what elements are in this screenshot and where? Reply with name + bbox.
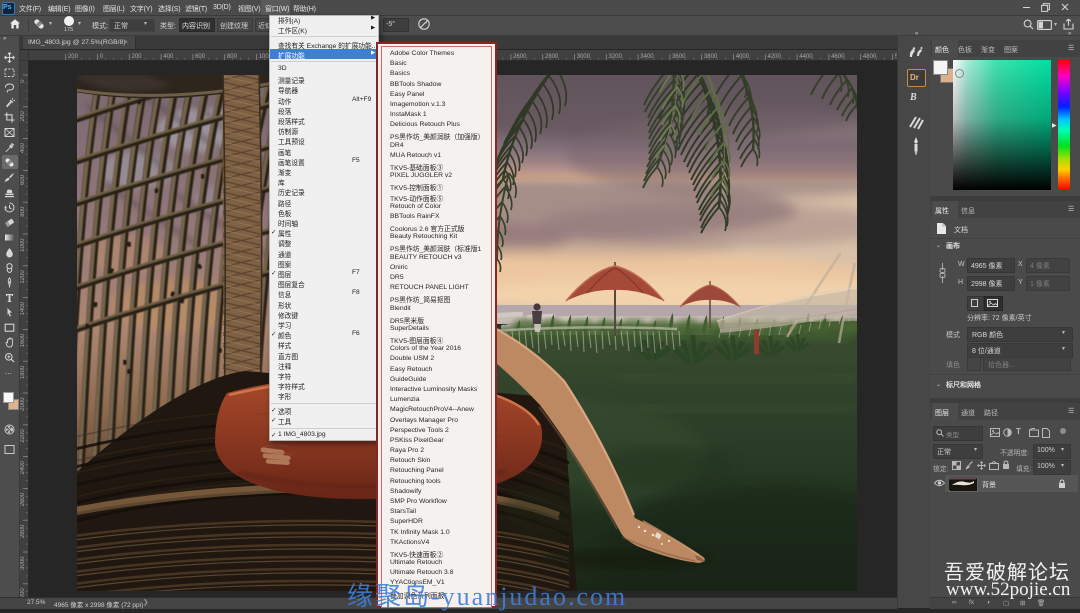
svg-text:1200: 1200 [20,270,26,284]
svg-text:1000: 1000 [20,238,26,252]
svg-text:2400: 2400 [20,460,26,474]
svg-text:0: 0 [20,79,26,83]
svg-text:400: 400 [20,142,26,153]
svg-text:3800: 3800 [704,54,718,60]
svg-text:600: 600 [20,174,26,185]
svg-text:2800: 2800 [545,54,559,60]
svg-text:3600: 3600 [672,54,686,60]
svg-text:3200: 3200 [20,588,26,597]
svg-text:2800: 2800 [20,524,26,538]
svg-text:1800: 1800 [20,365,26,379]
svg-text:200: 200 [68,54,79,60]
svg-text:2000: 2000 [20,397,26,411]
svg-text:200: 200 [20,111,26,122]
svg-text:2600: 2600 [20,492,26,506]
svg-text:1400: 1400 [20,301,26,315]
svg-text:200: 200 [132,54,143,60]
svg-text:4200: 4200 [768,54,782,60]
svg-text:3000: 3000 [577,54,591,60]
svg-text:4600: 4600 [831,54,845,60]
svg-text:2600: 2600 [513,54,527,60]
svg-text:0: 0 [100,54,104,60]
svg-text:800: 800 [227,54,238,60]
svg-text:600: 600 [195,54,206,60]
svg-text:2200: 2200 [20,429,26,443]
svg-text:1600: 1600 [20,333,26,347]
svg-text:4800: 4800 [863,54,877,60]
svg-text:4000: 4000 [736,54,750,60]
svg-text:3200: 3200 [609,54,623,60]
svg-text:3000: 3000 [20,556,26,570]
svg-text:400: 400 [163,54,174,60]
svg-text:4400: 4400 [799,54,813,60]
svg-text:3400: 3400 [640,54,654,60]
svg-text:800: 800 [20,206,26,217]
